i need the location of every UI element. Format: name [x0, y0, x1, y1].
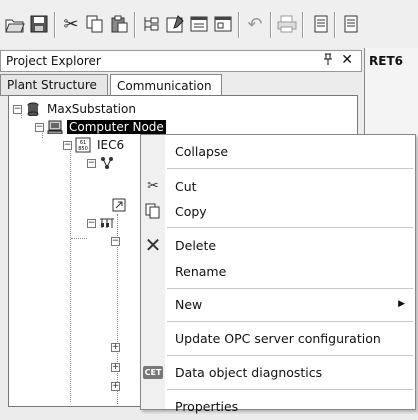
- menu-separator: [167, 168, 413, 169]
- collapse-toggle[interactable]: −: [87, 158, 96, 168]
- menu-separator: [167, 227, 413, 228]
- shortcut-icon: [111, 197, 127, 213]
- copy-icon[interactable]: [84, 13, 106, 35]
- menu-item-label: Update OPC server configuration: [175, 330, 381, 346]
- collapse-toggle[interactable]: −: [63, 140, 72, 150]
- menu-item-rename[interactable]: Rename: [141, 257, 415, 285]
- toolbar-separator: [54, 12, 56, 38]
- tree-item-bay[interactable]: −: [87, 214, 119, 232]
- tab-communication[interactable]: Communication: [110, 74, 222, 97]
- tree-connector: [71, 238, 87, 239]
- panel-icon[interactable]: [212, 13, 234, 35]
- tree-connector: [70, 142, 71, 402]
- menu-separator: [167, 321, 413, 322]
- tree-item-iec61850[interactable]: − 61 850 IEC6: [63, 136, 126, 154]
- tree-structure-icon[interactable]: [140, 13, 162, 35]
- menu-separator: [167, 389, 413, 390]
- tab-label: Communication: [117, 79, 212, 93]
- panel-title: Project Explorer: [6, 54, 101, 68]
- save-icon[interactable]: [28, 13, 50, 35]
- print-icon[interactable]: [276, 13, 298, 35]
- collapse-toggle[interactable]: −: [111, 236, 120, 246]
- menu-item-collapse[interactable]: Collapse: [141, 137, 415, 165]
- menu-item-properties[interactable]: Properties: [141, 392, 415, 420]
- menu-item-copy[interactable]: Copy: [141, 197, 415, 225]
- menu-item-label: New: [175, 296, 203, 312]
- delete-icon: ✕: [144, 233, 162, 257]
- toolbar-separator: [270, 12, 272, 38]
- expand-toggle[interactable]: +: [111, 342, 120, 352]
- document-icon[interactable]: [310, 13, 332, 35]
- menu-item-delete[interactable]: ✕ Delete: [141, 231, 415, 259]
- tree-item-link[interactable]: [111, 196, 131, 214]
- tree-item-maxsubstation[interactable]: − MaxSubstation: [13, 100, 138, 118]
- close-icon[interactable]: ✕: [341, 52, 353, 68]
- scissors-icon: ✂: [147, 178, 159, 194]
- undo-icon[interactable]: ↶: [244, 13, 266, 35]
- submenu-arrow-icon: ▶: [398, 299, 405, 309]
- tab-label: Plant Structure: [7, 78, 97, 92]
- bay-icon: [99, 215, 115, 231]
- cut-icon[interactable]: ✂: [60, 13, 82, 35]
- menu-separator: [167, 355, 413, 356]
- expand-toggle[interactable]: +: [111, 381, 120, 391]
- toolbar-separator: [238, 12, 240, 38]
- expand-toggle[interactable]: +: [111, 362, 120, 372]
- tree-item-label: MaxSubstation: [47, 102, 136, 116]
- menu-separator: [167, 288, 413, 289]
- menu-item-new[interactable]: New ▶: [141, 290, 415, 318]
- menu-item-label: Collapse: [175, 143, 229, 159]
- computer-icon: [47, 119, 63, 135]
- collapse-toggle[interactable]: −: [35, 122, 44, 132]
- paste-icon[interactable]: [108, 13, 130, 35]
- toolbar: ✂ ↶: [0, 0, 418, 49]
- collapse-toggle[interactable]: −: [13, 104, 22, 114]
- menu-item-label: Data object diagnostics: [175, 364, 323, 380]
- menu-item-update-opc[interactable]: Update OPC server configuration: [141, 324, 415, 352]
- tree-item-collapsed[interactable]: −: [111, 232, 123, 250]
- copy-icon: [143, 201, 163, 221]
- tree-item-network[interactable]: −: [87, 154, 119, 172]
- network-icon: [99, 155, 115, 171]
- tree-item-label: IEC6: [97, 138, 125, 152]
- tree-item-collapsed[interactable]: +: [111, 338, 123, 356]
- menu-item-label: Rename: [175, 263, 227, 279]
- menu-item-cut[interactable]: ✂ Cut: [141, 172, 415, 200]
- menu-item-label: Delete: [175, 237, 217, 253]
- tree-item-collapsed[interactable]: +: [111, 377, 123, 395]
- tree-item-collapsed[interactable]: +: [111, 358, 123, 376]
- explorer-tabs: Plant Structure Communication: [0, 74, 362, 97]
- tab-plant-structure[interactable]: Plant Structure: [0, 74, 108, 96]
- open-folder-icon[interactable]: [4, 13, 26, 35]
- menu-item-data-object-diagnostics[interactable]: CET Data object diagnostics: [141, 358, 415, 386]
- menu-item-label: Properties: [175, 398, 239, 414]
- cet-icon: CET: [142, 365, 164, 379]
- iec61850-icon: 61 850: [75, 137, 91, 153]
- context-menu: Collapse ✂ Cut Copy ✕ Delete Rename New …: [140, 134, 416, 414]
- document-icon[interactable]: [340, 13, 362, 35]
- menu-item-label: Cut: [175, 178, 197, 194]
- toolbar-separator: [134, 12, 136, 38]
- properties-icon[interactable]: [164, 13, 186, 35]
- editor-tab-ret6[interactable]: RET6: [369, 54, 403, 68]
- pin-icon[interactable]: [323, 53, 333, 69]
- menu-item-label: Copy: [175, 203, 207, 219]
- panel-title-bar: Project Explorer ✕: [0, 50, 362, 72]
- window-icon[interactable]: [188, 13, 210, 35]
- tree-item-label: Computer Node: [67, 120, 166, 134]
- collapse-toggle[interactable]: −: [87, 218, 96, 228]
- toolbar-separator: [302, 12, 304, 38]
- toolbar-separator: [334, 12, 336, 38]
- svg-text:850: 850: [78, 146, 88, 152]
- database-icon: [25, 101, 41, 117]
